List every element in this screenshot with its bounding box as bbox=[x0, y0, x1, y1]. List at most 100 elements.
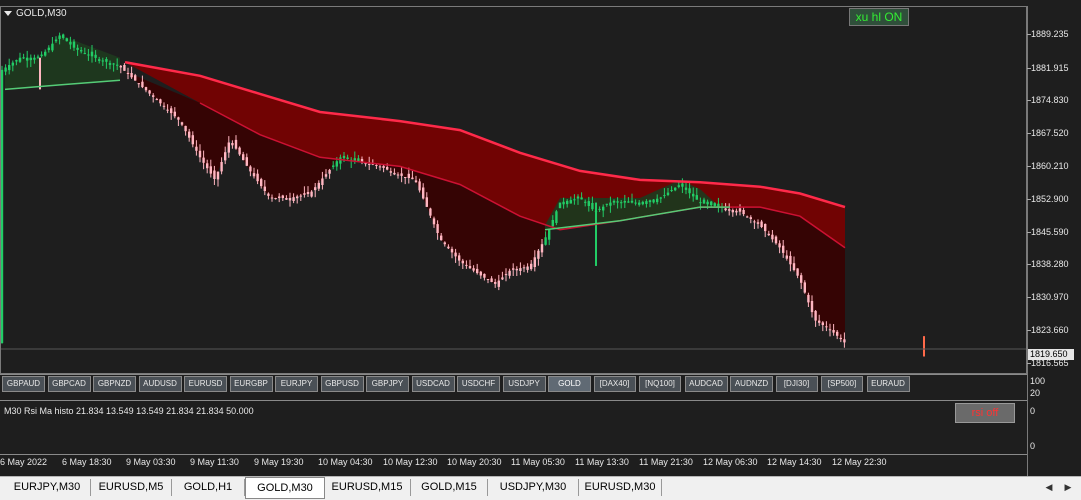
candle-body bbox=[29, 57, 32, 61]
candle-body bbox=[548, 228, 551, 240]
candle-body bbox=[785, 255, 788, 259]
candle-body bbox=[386, 167, 389, 170]
price-tick-mark bbox=[1027, 264, 1031, 265]
candle-body bbox=[429, 208, 432, 216]
price-chart-area[interactable] bbox=[0, 6, 1027, 374]
triangle-down-icon[interactable] bbox=[4, 10, 12, 16]
price-tick-mark bbox=[1027, 232, 1031, 233]
candle-body bbox=[591, 203, 594, 210]
symbol-button-eurgbp[interactable]: EURGBP bbox=[229, 376, 273, 392]
candle-body bbox=[587, 201, 590, 206]
symbol-button-sp500[interactable]: [SP500] bbox=[821, 376, 863, 392]
candle-body bbox=[634, 202, 637, 204]
xu-hl-button[interactable]: xu hl ON bbox=[849, 8, 909, 26]
candle-body bbox=[476, 268, 479, 274]
symbol-button-gbpcad[interactable]: GBPCAD bbox=[47, 376, 91, 392]
candle-body bbox=[152, 95, 155, 97]
chart-tab-usdjpy-m30[interactable]: USDJPY,M30 bbox=[488, 479, 579, 496]
candle-body bbox=[746, 216, 749, 218]
symbol-button-audcad[interactable]: AUDCAD bbox=[684, 376, 728, 392]
candle-body bbox=[843, 339, 846, 343]
candle-body bbox=[479, 271, 482, 276]
symbol-button-gbpaud[interactable]: GBPAUD bbox=[2, 376, 45, 392]
candle-body bbox=[796, 268, 799, 276]
candle-body bbox=[537, 250, 540, 259]
symbol-button-audusd[interactable]: AUDUSD bbox=[138, 376, 182, 392]
candle-body bbox=[533, 257, 536, 267]
candle-body bbox=[263, 186, 266, 191]
rsi-toggle-button[interactable]: rsi off bbox=[955, 403, 1015, 423]
arrow-right-icon[interactable]: ▶ bbox=[1062, 481, 1074, 493]
price-tick-label: 1816.565 bbox=[1031, 358, 1069, 368]
candle-body bbox=[220, 162, 223, 172]
candle-body bbox=[72, 41, 76, 48]
symbol-button-gbpjpy[interactable]: GBPJPY bbox=[366, 376, 409, 392]
rsi-tick-top: 0 bbox=[1030, 406, 1036, 416]
price-tick-mark bbox=[1027, 100, 1031, 101]
symbol-button-usdcad[interactable]: USDCAD bbox=[411, 376, 455, 392]
price-tick-label: 1823.660 bbox=[1031, 325, 1069, 335]
candle-body bbox=[450, 248, 454, 253]
candle-body bbox=[760, 221, 763, 227]
candle-body bbox=[602, 206, 605, 211]
symbol-button-usdchf[interactable]: USDCHF bbox=[457, 376, 500, 392]
candle-body bbox=[8, 65, 11, 71]
candle-body bbox=[303, 193, 306, 195]
candle-body bbox=[58, 35, 61, 39]
candle-body bbox=[756, 222, 760, 224]
chart-tab-eurusd-m5[interactable]: EURUSD,M5 bbox=[91, 479, 172, 496]
price-axis[interactable] bbox=[1027, 6, 1081, 476]
symbol-button-dax40[interactable]: [DAX40] bbox=[593, 376, 636, 392]
candle-body bbox=[486, 279, 490, 280]
candle-body bbox=[792, 263, 796, 270]
candle-body bbox=[497, 280, 500, 287]
symbol-button-euraud[interactable]: EURAUD bbox=[866, 376, 910, 392]
symbol-button-eurjpy[interactable]: EURJPY bbox=[275, 376, 318, 392]
price-chart-canvas[interactable] bbox=[0, 6, 1027, 374]
candle-body bbox=[825, 326, 828, 328]
chart-window[interactable]: GOLD,M30 xu hl ON 1819.650 GBPAUD GBPCAD G… bbox=[0, 0, 1081, 500]
time-tick-label: 6 May 18:30 bbox=[62, 457, 112, 467]
chart-tab-eurjpy-m30[interactable]: EURJPY,M30 bbox=[4, 479, 91, 496]
time-tick-label: 6 May 2022 bbox=[0, 457, 48, 467]
symbol-button-dji30[interactable]: [DJI30] bbox=[775, 376, 818, 392]
symbol-button-usdjpy[interactable]: USDJPY bbox=[502, 376, 546, 392]
candle-body bbox=[234, 139, 238, 149]
candle-body bbox=[206, 163, 209, 169]
candle-body bbox=[170, 108, 173, 114]
symbol-button-gbpusd[interactable]: GBPUSD bbox=[320, 376, 364, 392]
chart-title[interactable]: GOLD,M30 bbox=[4, 8, 67, 19]
symbol-button-eurusd[interactable]: EURUSD bbox=[184, 376, 227, 392]
chart-tab-gold-m15[interactable]: GOLD,M15 bbox=[411, 479, 488, 496]
candle-body bbox=[782, 245, 785, 253]
symbol-button-gold[interactable]: GOLD bbox=[548, 376, 591, 392]
candle-body bbox=[22, 57, 25, 59]
symbol-button-audnzd[interactable]: AUDNZD bbox=[730, 376, 773, 392]
candle-body bbox=[735, 210, 738, 213]
price-tick-label: 1874.830 bbox=[1031, 95, 1069, 105]
chart-tab-eurusd-m15[interactable]: EURUSD,M15 bbox=[324, 479, 411, 496]
candle-body bbox=[332, 165, 335, 167]
candle-body bbox=[717, 203, 720, 207]
candle-body bbox=[134, 75, 137, 81]
time-axis[interactable]: 6 May 2022 6 May 18:30 9 May 03:30 9 May 11… bbox=[0, 455, 1027, 475]
candle-body bbox=[605, 203, 608, 205]
candle-body bbox=[346, 157, 349, 159]
candle-body bbox=[252, 173, 256, 177]
symbol-button-gbpnzd[interactable]: GBPNZD bbox=[93, 376, 136, 392]
candle-body bbox=[407, 173, 410, 178]
candle-body bbox=[454, 252, 457, 257]
chart-tab-gold-m30[interactable]: GOLD,M30 bbox=[245, 477, 325, 499]
candle-body bbox=[54, 39, 58, 42]
candle-body bbox=[112, 63, 115, 65]
chart-tab-gold-h1[interactable]: GOLD,H1 bbox=[172, 479, 245, 496]
chart-tab-eurusd-m30[interactable]: EURUSD,M30 bbox=[579, 479, 662, 496]
symbol-button-nq100[interactable]: [NQ100] bbox=[639, 376, 681, 392]
candle-body bbox=[684, 187, 688, 190]
price-tick-label: 1889.235 bbox=[1031, 29, 1069, 39]
candle-body bbox=[224, 152, 227, 161]
price-tick-label: 1860.210 bbox=[1031, 161, 1069, 171]
arrow-left-icon[interactable]: ◀ bbox=[1043, 481, 1055, 493]
candle-body bbox=[447, 246, 450, 249]
candle-body bbox=[422, 187, 425, 199]
